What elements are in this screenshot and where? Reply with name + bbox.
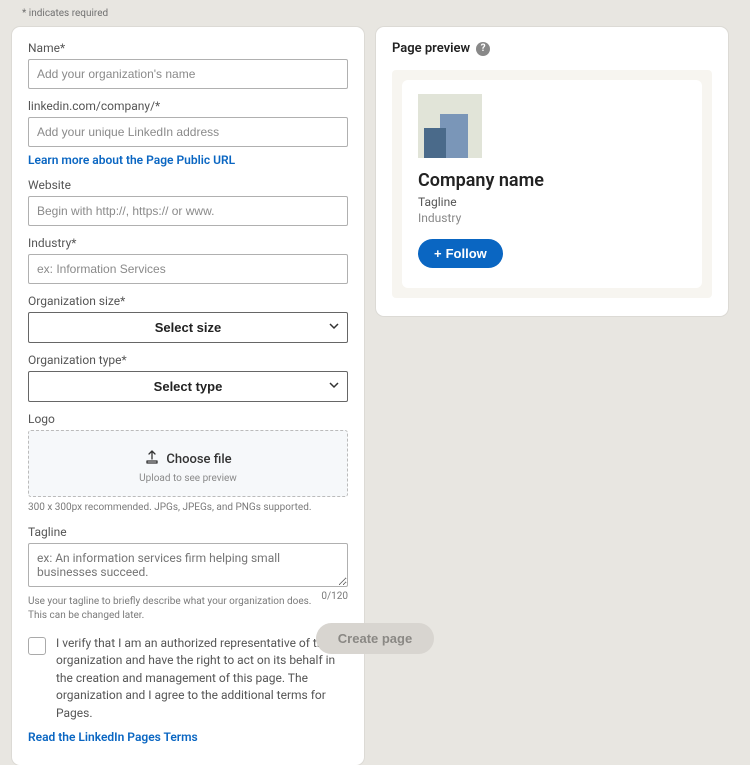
preview-company-name: Company name [418, 170, 686, 191]
form-card: Name* linkedin.com/company/* Learn more … [12, 27, 364, 765]
preview-card: Page preview ? Company name Tagline Indu… [376, 27, 728, 316]
logo-placeholder-icon [418, 94, 482, 158]
logo-hint: 300 x 300px recommended. JPGs, JPEGs, an… [28, 501, 348, 515]
size-select[interactable]: Select size [28, 312, 348, 343]
plus-icon: + [434, 246, 442, 261]
preview-tagline: Tagline [418, 195, 686, 209]
upload-icon [144, 449, 160, 469]
tagline-counter: 0/120 [321, 591, 348, 602]
name-label: Name* [28, 41, 348, 55]
follow-button[interactable]: + Follow [418, 239, 503, 268]
required-indicator: * indicates required [12, 0, 738, 27]
tagline-hint: Use your tagline to briefly describe wha… [28, 595, 313, 623]
tagline-label: Tagline [28, 525, 348, 539]
preview-title: Page preview [392, 41, 470, 56]
company-preview-card: Company name Tagline Industry + Follow [402, 80, 702, 288]
logo-upload[interactable]: Choose file Upload to see preview [28, 430, 348, 497]
upload-choose-text: Choose file [166, 452, 231, 467]
type-select[interactable]: Select type [28, 371, 348, 402]
tagline-input[interactable] [28, 543, 348, 587]
website-input[interactable] [28, 196, 348, 226]
url-label: linkedin.com/company/* [28, 99, 348, 113]
name-input[interactable] [28, 59, 348, 89]
url-input[interactable] [28, 117, 348, 147]
help-icon[interactable]: ? [476, 42, 490, 56]
website-label: Website [28, 178, 348, 192]
size-label: Organization size* [28, 294, 348, 308]
industry-label: Industry* [28, 236, 348, 250]
upload-subtext: Upload to see preview [29, 473, 347, 484]
type-label: Organization type* [28, 353, 348, 367]
preview-inner: Company name Tagline Industry + Follow [392, 70, 712, 298]
preview-industry: Industry [418, 211, 686, 225]
follow-label: Follow [446, 246, 487, 261]
create-page-button[interactable]: Create page [316, 623, 434, 654]
industry-input[interactable] [28, 254, 348, 284]
logo-label: Logo [28, 412, 348, 426]
url-help-link[interactable]: Learn more about the Page Public URL [28, 153, 235, 167]
terms-link[interactable]: Read the LinkedIn Pages Terms [28, 730, 198, 744]
